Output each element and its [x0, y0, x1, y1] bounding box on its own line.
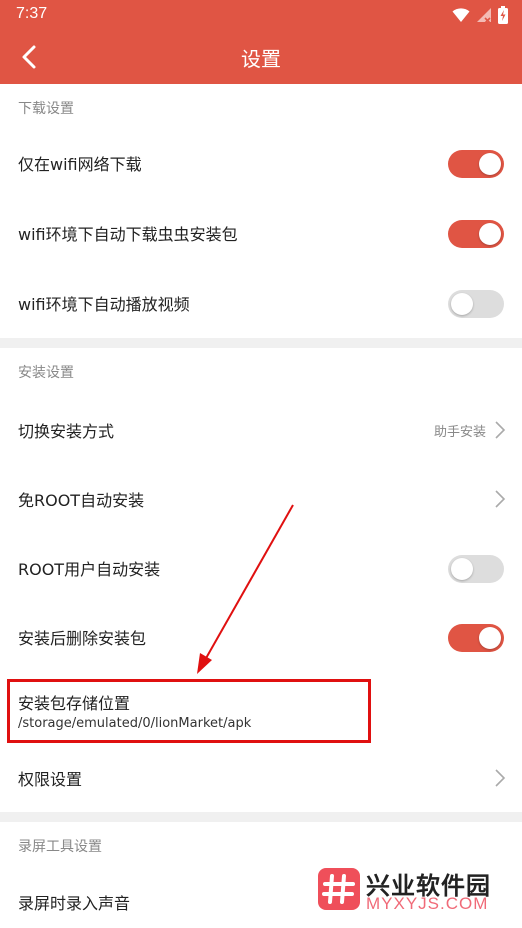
setting-label: 录屏时录入声音 [18, 894, 131, 913]
section-header-recorder: 录屏工具设置 [0, 822, 522, 866]
setting-label: wifi环境下自动播放视频 [18, 295, 190, 314]
setting-label: 安装后删除安装包 [18, 629, 147, 648]
toggle-knob [479, 223, 501, 245]
section-divider [0, 812, 522, 822]
auto-download-toggle[interactable] [448, 220, 504, 248]
setting-auto-play-video[interactable]: wifi环境下自动播放视频 [0, 269, 522, 338]
setting-value: 助手安装 [433, 425, 486, 440]
section-title: 下载设置 [18, 101, 74, 117]
setting-label: 权限设置 [18, 770, 83, 789]
section-header-install: 安装设置 [0, 348, 522, 392]
setting-install-method[interactable]: 切换安装方式 助手安装 [0, 396, 522, 465]
setting-label: wifi环境下自动下载虫虫安装包 [18, 225, 238, 244]
setting-label: 免ROOT自动安装 [18, 491, 145, 510]
delete-after-install-toggle[interactable] [448, 624, 504, 652]
watermark: 兴业软件园 MYXYJS.COM [318, 866, 522, 914]
toggle-knob [479, 627, 501, 649]
status-bar: 7:37 [0, 0, 522, 30]
wifi-icon [452, 8, 470, 22]
status-time: 7:37 [16, 5, 48, 22]
chevron-right-icon [495, 490, 506, 508]
toggle-knob [451, 293, 473, 315]
app-bar: 设置 [0, 30, 522, 84]
page-title: 设置 [241, 47, 281, 71]
section-divider [0, 338, 522, 348]
wifi-only-toggle[interactable] [448, 150, 504, 178]
highlight-box [7, 679, 371, 743]
toggle-knob [451, 558, 473, 580]
section-title: 安装设置 [18, 365, 74, 381]
chevron-right-icon [495, 421, 506, 439]
setting-label: ROOT用户自动安装 [18, 560, 161, 579]
setting-delete-after-install[interactable]: 安装后删除安装包 [0, 603, 522, 672]
setting-permissions[interactable]: 权限设置 [0, 744, 522, 813]
setting-root-free-install[interactable]: 免ROOT自动安装 [0, 465, 522, 534]
setting-label: 仅在wifi网络下载 [18, 155, 142, 174]
section-title: 录屏工具设置 [18, 839, 102, 855]
toggle-knob [479, 153, 501, 175]
watermark-logo-icon [318, 868, 360, 910]
root-install-toggle[interactable] [448, 555, 504, 583]
setting-label: 切换安装方式 [18, 422, 115, 441]
auto-play-video-toggle[interactable] [448, 290, 504, 318]
chevron-right-icon [495, 769, 506, 787]
section-header-download: 下载设置 [0, 84, 522, 128]
signal-icon [477, 8, 491, 23]
watermark-url: MYXYJS.COM [366, 894, 489, 913]
status-icons [452, 6, 508, 24]
setting-auto-download-package[interactable]: wifi环境下自动下载虫虫安装包 [0, 199, 522, 268]
setting-wifi-only-download[interactable]: 仅在wifi网络下载 [0, 129, 522, 198]
setting-root-user-install[interactable]: ROOT用户自动安装 [0, 534, 522, 603]
battery-icon [498, 6, 508, 24]
